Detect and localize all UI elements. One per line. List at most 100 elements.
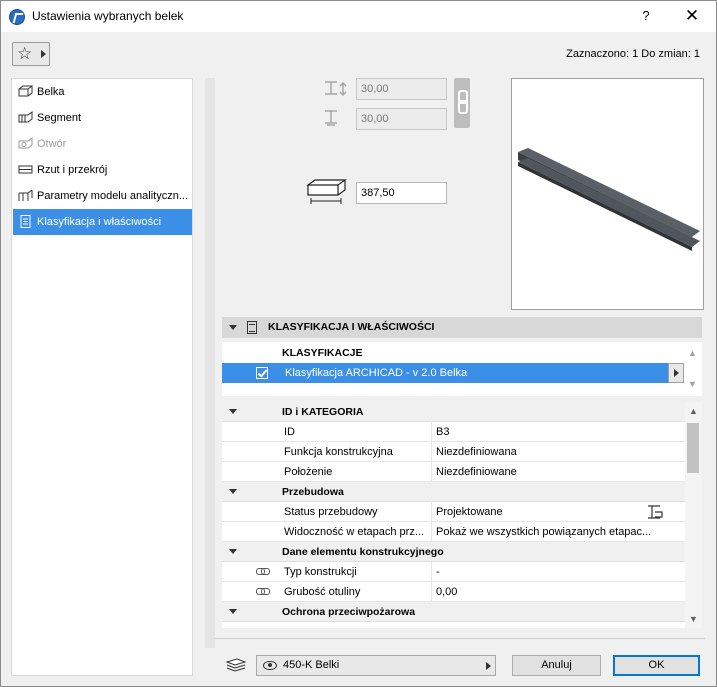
sidebar-item-analytical[interactable]: Parametry modelu analityczn... bbox=[13, 183, 192, 209]
property-value[interactable]: Projektowane bbox=[436, 506, 666, 518]
sidebar-item-belka[interactable]: Belka bbox=[13, 79, 192, 105]
chain-link-button[interactable] bbox=[454, 78, 470, 128]
beam-length-field[interactable]: 387,50 bbox=[356, 182, 447, 204]
classification-value: Klasyfikacja ARCHICAD - v 2.0 Belka bbox=[285, 367, 468, 379]
collapse-arrow-icon bbox=[229, 549, 237, 554]
settings-sidebar: Belka Segment Otwór Rzut i przekrój Para… bbox=[11, 78, 193, 676]
beam-icon bbox=[18, 85, 33, 97]
property-name: Widoczność w etapach prz... bbox=[284, 526, 425, 538]
classification-picker-button[interactable] bbox=[668, 363, 684, 383]
group-fire-protection[interactable]: Ochrona przeciwpożarowa bbox=[222, 602, 685, 622]
property-row[interactable]: Grubość otuliny 0,00 bbox=[222, 582, 685, 602]
collapse-arrow-icon bbox=[229, 489, 237, 494]
settings-dialog: Ustawienia wybranych belek ? ✕ ☆ Zaznacz… bbox=[0, 0, 717, 687]
sidebar-item-label: Klasyfikacja i właściwości bbox=[37, 216, 162, 228]
close-button[interactable]: ✕ bbox=[677, 5, 707, 27]
property-row[interactable]: Funkcja konstrukcyjna Niezdefiniowana bbox=[222, 442, 685, 462]
renovation-filter-icon[interactable] bbox=[646, 504, 664, 520]
property-value[interactable]: 0,00 bbox=[436, 586, 666, 598]
column-divider bbox=[431, 522, 432, 542]
sidebar-item-otwor: Otwór bbox=[13, 131, 192, 157]
property-row[interactable]: Status przebudowy Projektowane bbox=[222, 502, 685, 522]
property-name: Położenie bbox=[284, 466, 333, 478]
property-value[interactable]: Niezdefiniowana bbox=[436, 446, 666, 458]
column-divider bbox=[431, 422, 432, 442]
classification-checkbox[interactable] bbox=[256, 367, 268, 379]
title-bar: Ustawienia wybranych belek ? ✕ bbox=[1, 1, 716, 32]
offset-bottom-field[interactable]: 30,00 bbox=[356, 108, 447, 130]
collapse-arrow-icon bbox=[229, 609, 237, 614]
property-name: Funkcja konstrukcyjna bbox=[284, 446, 393, 458]
column-divider bbox=[431, 502, 432, 522]
column-divider bbox=[431, 562, 432, 582]
properties-panel: ID i KATEGORIA ID B3 Funkcja konstrukcyj… bbox=[222, 402, 702, 628]
segment-icon bbox=[18, 111, 33, 123]
layers-icon bbox=[225, 658, 247, 672]
property-name: Grubość otuliny bbox=[284, 586, 361, 598]
group-label: Ochrona przeciwpożarowa bbox=[282, 606, 416, 618]
footer-divider bbox=[215, 638, 705, 639]
classification-icon bbox=[20, 215, 31, 228]
column-divider bbox=[431, 582, 432, 602]
archicad-app-icon bbox=[9, 9, 25, 25]
property-row[interactable]: Typ konstrukcji - bbox=[222, 562, 685, 582]
property-row[interactable]: ID B3 bbox=[222, 422, 685, 442]
property-row[interactable]: Położenie Niezdefiniowane bbox=[222, 462, 685, 482]
group-id-category[interactable]: ID i KATEGORIA bbox=[222, 402, 685, 422]
beam-3d-model bbox=[518, 148, 700, 251]
sidebar-item-classification[interactable]: Klasyfikacja i właściwości bbox=[13, 209, 192, 235]
favorites-button[interactable]: ☆ bbox=[12, 42, 50, 66]
sidebar-item-label: Segment bbox=[37, 112, 82, 124]
layer-name: 450-K Belki bbox=[283, 659, 340, 671]
sidebar-item-segment[interactable]: Segment bbox=[13, 105, 192, 131]
property-name: Status przebudowy bbox=[284, 506, 378, 518]
section-title: KLASYFIKACJA I WŁAŚCIWOŚCI bbox=[268, 321, 435, 333]
floor-plan-icon bbox=[18, 165, 33, 174]
layer-dropdown[interactable]: 450-K Belki bbox=[256, 655, 496, 676]
scroll-up-icon[interactable]: ▲ bbox=[688, 348, 697, 358]
scroll-down-icon[interactable]: ▼ bbox=[689, 614, 698, 624]
property-value[interactable]: - bbox=[436, 566, 666, 578]
collapse-arrow-icon bbox=[229, 325, 237, 330]
properties-scrollbar[interactable]: ▲ ▼ bbox=[685, 402, 702, 628]
eye-icon bbox=[263, 661, 277, 670]
sidebar-item-label: Rzut i przekrój bbox=[37, 164, 108, 176]
scroll-up-icon[interactable]: ▲ bbox=[689, 406, 698, 416]
window-title: Ustawienia wybranych belek bbox=[32, 9, 184, 23]
star-icon: ☆ bbox=[17, 44, 33, 63]
sidebar-item-label: Otwór bbox=[37, 138, 67, 150]
opening-icon bbox=[18, 137, 33, 149]
property-name: Typ konstrukcji bbox=[284, 566, 357, 578]
classification-section-header[interactable]: KLASYFIKACJA I WŁAŚCIWOŚCI bbox=[222, 317, 702, 338]
selection-info: Zaznaczono: 1 Do zmian: 1 bbox=[566, 48, 700, 60]
dropdown-arrow-icon bbox=[486, 662, 491, 670]
help-button[interactable]: ? bbox=[631, 5, 661, 27]
property-row[interactable]: Widoczność w etapach prz... Pokaż we wsz… bbox=[222, 522, 685, 542]
classifications-panel: KLASYFIKACJE Klasyfikacja ARCHICAD - v 2… bbox=[222, 342, 702, 396]
sidebar-item-label: Belka bbox=[37, 86, 65, 98]
property-value[interactable]: Niezdefiniowane bbox=[436, 466, 666, 478]
beam-3d-preview[interactable] bbox=[511, 78, 704, 310]
analytical-model-icon bbox=[18, 189, 33, 201]
column-divider bbox=[431, 442, 432, 462]
beam-length-icon bbox=[306, 179, 347, 204]
offset-bottom-icon bbox=[325, 110, 337, 126]
property-value[interactable]: Pokaż we wszystkich powiązanych etapac..… bbox=[436, 526, 666, 538]
classifications-title: KLASYFIKACJE bbox=[282, 347, 363, 359]
sidebar-item-rzut[interactable]: Rzut i przekrój bbox=[13, 157, 192, 183]
group-renovation[interactable]: Przebudowa bbox=[222, 482, 685, 502]
classification-row[interactable]: Klasyfikacja ARCHICAD - v 2.0 Belka bbox=[222, 363, 668, 383]
group-structural-data[interactable]: Dane elementu konstrukcyjnego bbox=[222, 542, 685, 562]
column-divider bbox=[431, 462, 432, 482]
dropdown-arrow-icon bbox=[41, 50, 46, 58]
link-icon bbox=[256, 568, 270, 575]
link-icon bbox=[256, 588, 270, 595]
ok-button[interactable]: OK bbox=[613, 655, 700, 676]
scroll-down-icon[interactable]: ▼ bbox=[688, 379, 697, 389]
scrollbar-thumb[interactable] bbox=[687, 423, 699, 473]
property-value[interactable]: B3 bbox=[436, 426, 666, 438]
group-label: ID i KATEGORIA bbox=[282, 406, 364, 418]
offset-top-field[interactable]: 30,00 bbox=[356, 78, 447, 100]
panel-divider bbox=[205, 78, 215, 648]
cancel-button[interactable]: Anuluj bbox=[512, 655, 601, 676]
